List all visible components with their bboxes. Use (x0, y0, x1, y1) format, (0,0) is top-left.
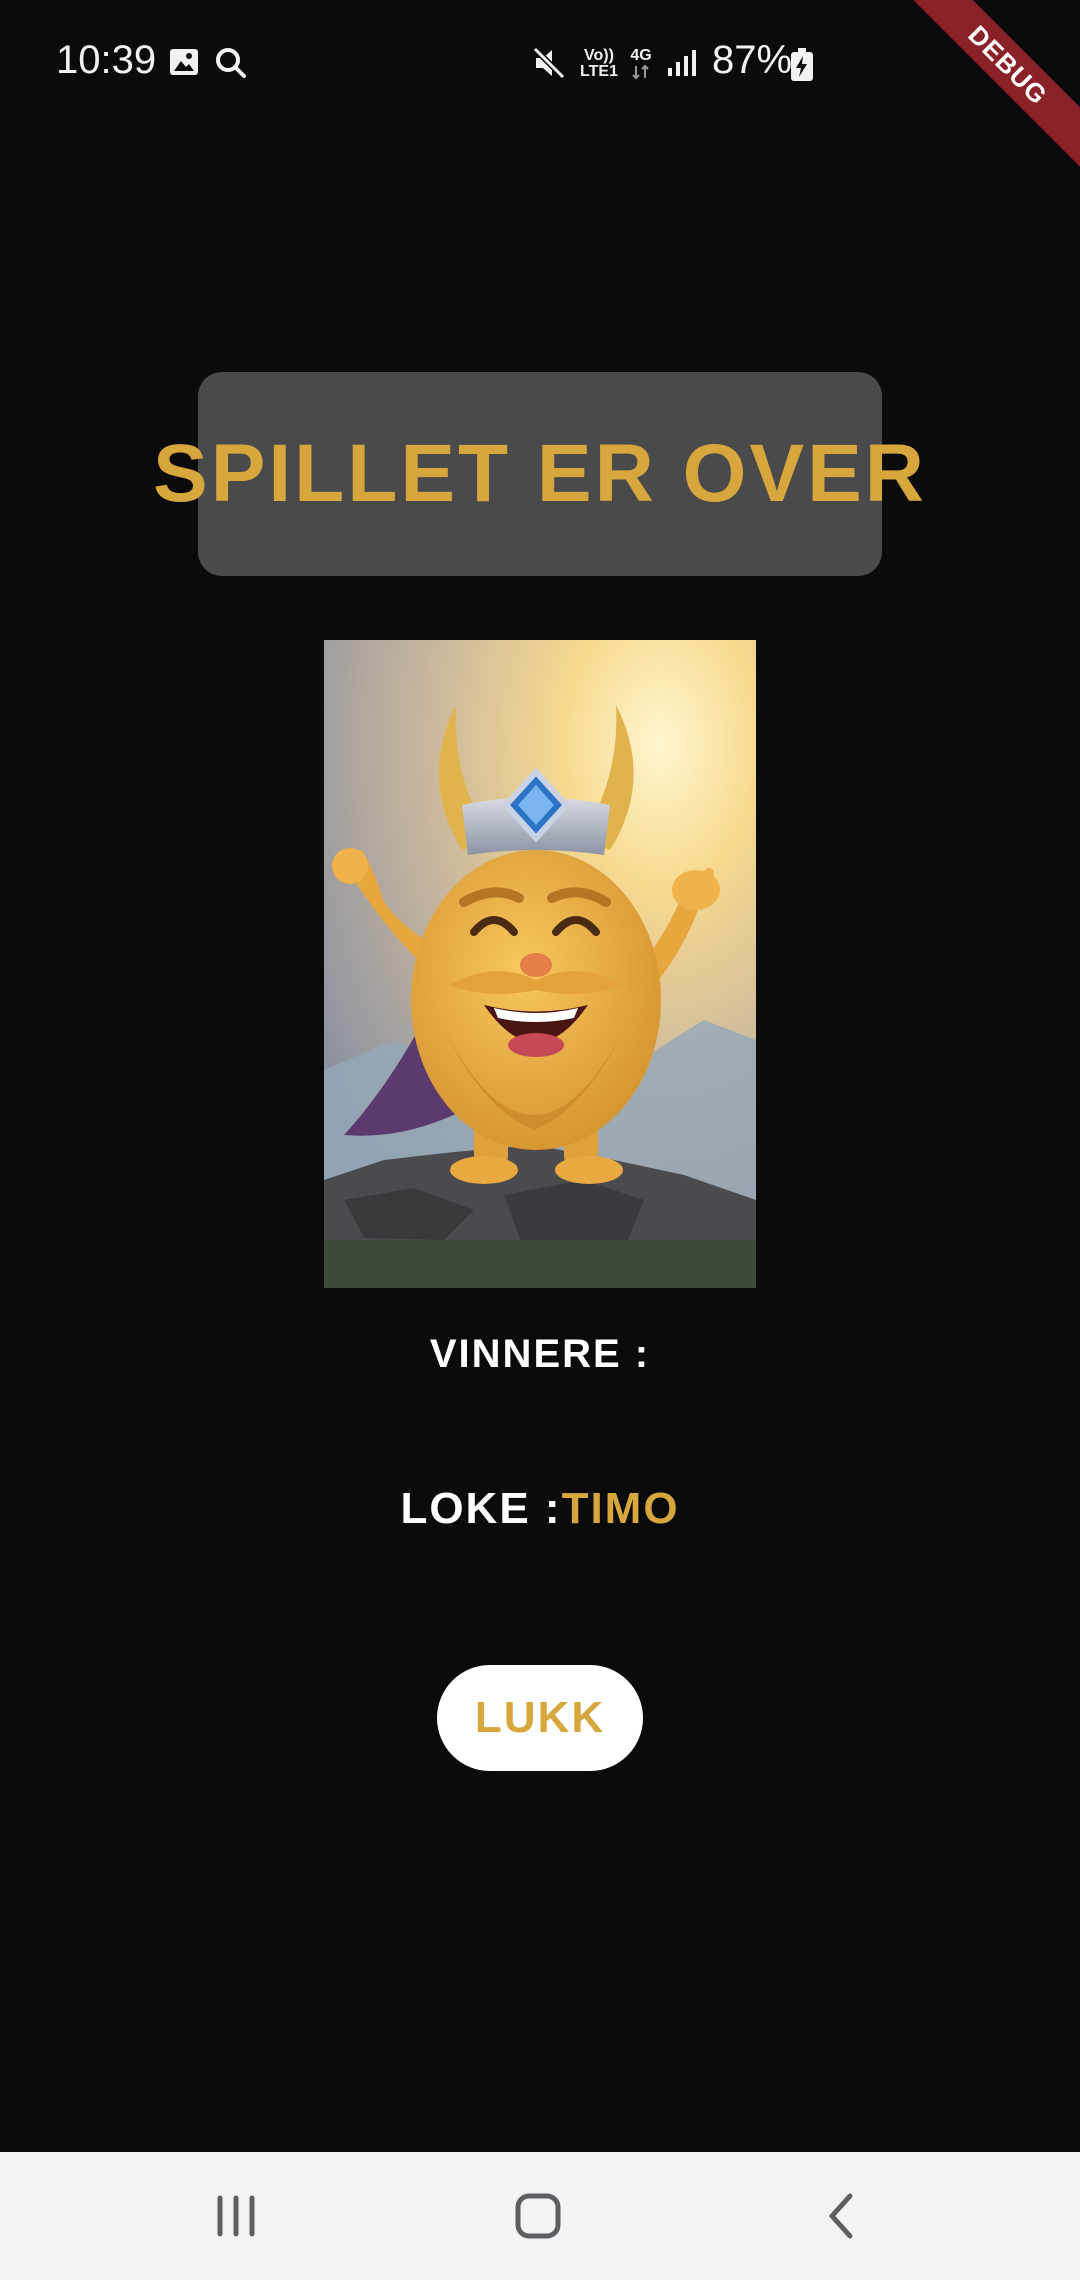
close-button[interactable]: LUKK (437, 1665, 643, 1771)
winner-entry: LOKE :TIMO (0, 1484, 1080, 1534)
volte-icon: Vo)) LTE1 (580, 47, 618, 80)
winner-mascot-image (324, 640, 756, 1288)
battery-percent: 87% (712, 38, 793, 82)
network-4g-icon: 4G (626, 48, 656, 84)
home-icon[interactable] (502, 2180, 574, 2252)
status-bar: 10:39 Vo)) LTE1 4G 87% (0, 0, 1080, 130)
back-icon[interactable] (806, 2180, 878, 2252)
game-over-title: SPILLET ER OVER (153, 428, 927, 519)
status-time: 10:39 (56, 38, 157, 82)
signal-icon (666, 48, 700, 82)
navigation-bar (0, 2152, 1080, 2280)
search-icon (214, 46, 248, 84)
winner-name: TIMO (561, 1484, 680, 1533)
mute-icon (532, 46, 568, 84)
game-over-title-box: SPILLET ER OVER (153, 372, 924, 576)
image-icon (168, 46, 200, 82)
recent-apps-icon[interactable] (200, 2180, 272, 2252)
winner-role: LOKE : (400, 1484, 562, 1533)
winners-label: VINNERE : (429, 1332, 651, 1376)
battery-charging-icon (790, 48, 814, 86)
game-over-screen: 10:39 Vo)) LTE1 4G 87% DEBUG SPILLET ER … (0, 0, 1080, 2280)
